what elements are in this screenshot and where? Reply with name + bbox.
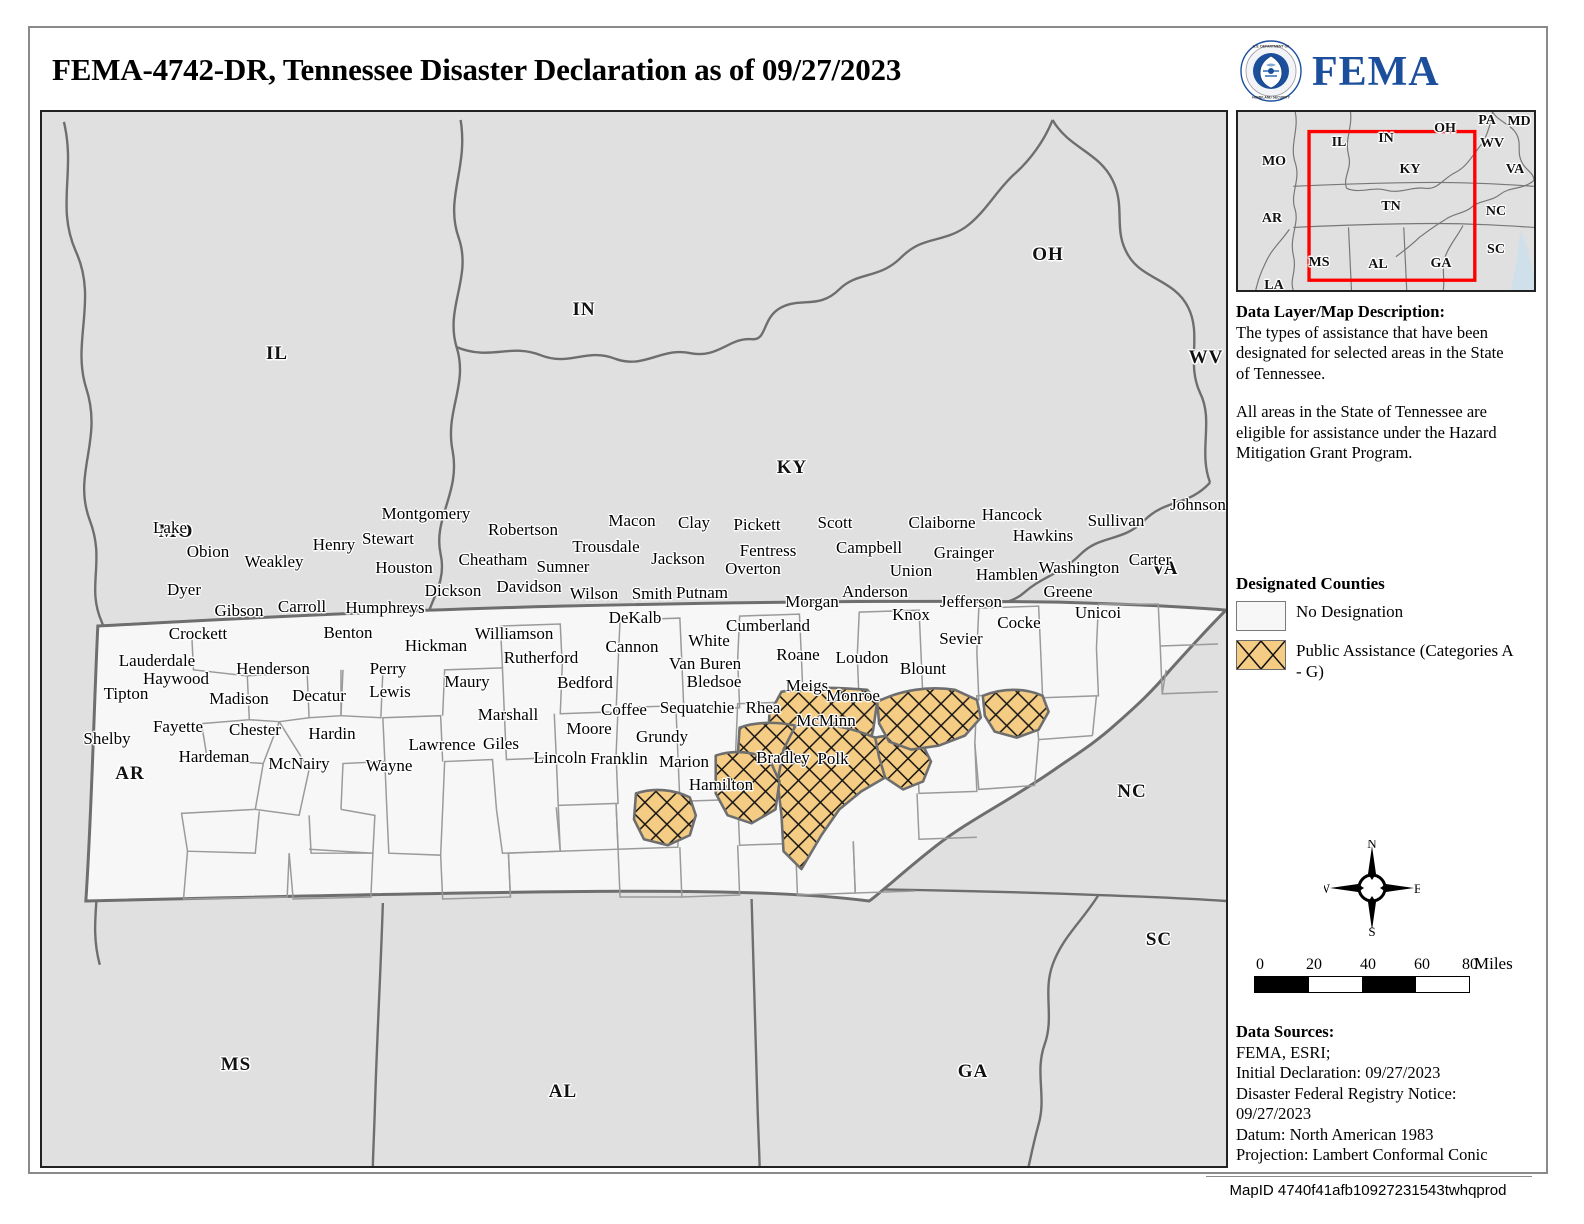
data-sources: Data Sources: FEMA, ESRI; Initial Declar…	[1236, 1022, 1538, 1166]
description-paragraph-2: All areas in the State of Tennessee are …	[1236, 402, 1497, 462]
legend-row-public-assistance[interactable]: Public Assistance (Categories A - G)	[1236, 640, 1536, 682]
main-map[interactable]: IL IN OH WV KY MO VA AR NC SC MS AL GA L…	[40, 110, 1228, 1168]
data-sources-line-0: FEMA, ESRI;	[1236, 1042, 1331, 1062]
scale-tick-60: 60	[1414, 956, 1430, 973]
fema-logo: U.S. DEPARTMENT OF HOMELAND SECURITY FEM…	[1240, 40, 1540, 104]
data-sources-line-5: Projection: Lambert Conformal Conic	[1236, 1145, 1488, 1164]
map-description: Data Layer/Map Description: The types of…	[1236, 302, 1504, 464]
legend-row-no-designation[interactable]: No Designation	[1236, 601, 1536, 631]
legend-label-public-assistance: Public Assistance (Categories A - G)	[1296, 641, 1513, 681]
scale-bar: 0 20 40 60 80 Miles	[1254, 954, 1524, 993]
designated-jefferson	[981, 688, 1050, 739]
fema-wordmark: FEMA	[1312, 49, 1440, 95]
scale-tick-40: 40	[1360, 956, 1376, 973]
map-page: FEMA-4742-DR, Tennessee Disaster Declara…	[0, 0, 1584, 1224]
inset-geometry	[1238, 112, 1534, 290]
scale-tick-0: 0	[1256, 956, 1264, 973]
mapid-divider	[1206, 1176, 1532, 1177]
data-sources-heading: Data Sources:	[1236, 1022, 1335, 1041]
data-sources-line-3: 09/27/2023	[1236, 1104, 1312, 1123]
scale-bar-graphic	[1254, 976, 1470, 993]
data-sources-line-2: Disaster Federal Registry Notice:	[1236, 1083, 1457, 1103]
data-sources-line-1: Initial Declaration: 09/27/2023	[1236, 1063, 1441, 1082]
legend-label-no-designation: No Designation	[1296, 602, 1404, 621]
locator-inset-map[interactable]: MO IL IN OH PA MD WV KY VA AR TN NC SC M…	[1236, 110, 1536, 292]
scale-units-label: Miles	[1474, 954, 1513, 973]
designated-coffee	[632, 788, 698, 847]
compass-north: N	[1367, 840, 1377, 851]
north-arrow: N S E W	[1324, 840, 1420, 936]
data-sources-line-4: Datum: North American 1983	[1236, 1124, 1434, 1144]
scale-tick-20: 20	[1306, 956, 1322, 973]
map-sidebar: MO IL IN OH PA MD WV KY VA AR TN NC SC M…	[1236, 110, 1542, 1168]
compass-east: E	[1414, 881, 1420, 896]
svg-text:U.S. DEPARTMENT OF: U.S. DEPARTMENT OF	[1253, 45, 1289, 49]
public-assistance-swatch	[1236, 640, 1286, 670]
svg-text:HOMELAND SECURITY: HOMELAND SECURITY	[1252, 96, 1290, 100]
dhs-seal-icon: U.S. DEPARTMENT OF HOMELAND SECURITY	[1240, 40, 1302, 102]
designated-bledsoe-vanburen	[714, 750, 781, 825]
compass-south: S	[1368, 924, 1375, 936]
compass-west: W	[1324, 881, 1331, 896]
description-paragraph-1: The types of assistance that have been d…	[1236, 322, 1504, 383]
map-geometry	[42, 112, 1226, 1166]
description-heading: Data Layer/Map Description:	[1236, 302, 1445, 321]
map-legend: Designated Counties No Designation Publi…	[1236, 574, 1536, 691]
legend-title: Designated Counties	[1236, 574, 1385, 593]
map-id-label: MapID 4740f41afb10927231543twhqprod	[1229, 1182, 1507, 1199]
page-title: FEMA-4742-DR, Tennessee Disaster Declara…	[52, 52, 902, 87]
no-designation-swatch	[1236, 601, 1286, 631]
